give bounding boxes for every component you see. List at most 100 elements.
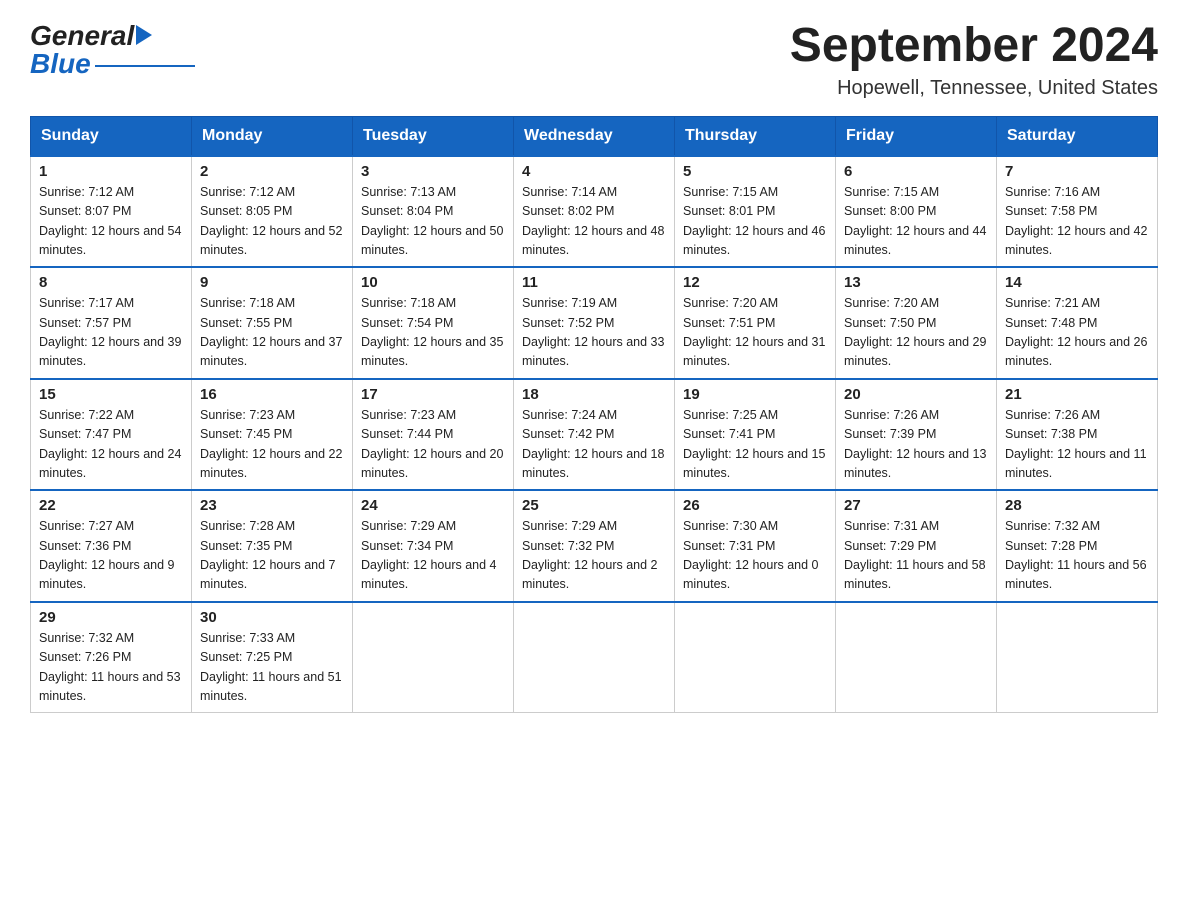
day-number: 15 xyxy=(39,386,183,403)
calendar-week-5: 29 Sunrise: 7:32 AMSunset: 7:26 PMDayligh… xyxy=(31,602,1158,713)
calendar-cell: 30 Sunrise: 7:33 AMSunset: 7:25 PMDayligh… xyxy=(192,602,353,713)
calendar-cell: 17Sunrise: 7:23 AMSunset: 7:44 PMDayligh… xyxy=(353,379,514,491)
day-info: Sunrise: 7:21 AMSunset: 7:48 PMDaylight:… xyxy=(1005,294,1149,372)
page-header: General Blue September 2024 Hopewell, Te… xyxy=(30,20,1158,100)
calendar-cell: 28Sunrise: 7:32 AMSunset: 7:28 PMDayligh… xyxy=(997,490,1158,602)
month-title: September 2024 xyxy=(790,20,1158,73)
day-number: 1 xyxy=(39,163,183,180)
calendar-cell: 19 Sunrise: 7:25 AMSunset: 7:41 PMDayligh… xyxy=(675,379,836,491)
calendar-cell: 11 Sunrise: 7:19 AMSunset: 7:52 PMDayligh… xyxy=(514,267,675,379)
day-number: 22 xyxy=(39,497,183,514)
calendar-cell: 20 Sunrise: 7:26 AMSunset: 7:39 PMDayligh… xyxy=(836,379,997,491)
day-info: Sunrise: 7:29 AMSunset: 7:34 PMDaylight:… xyxy=(361,517,505,595)
day-number: 25 xyxy=(522,497,666,514)
day-info: Sunrise: 7:23 AMSunset: 7:44 PMDaylight:… xyxy=(361,406,505,484)
day-number: 5 xyxy=(683,163,827,180)
day-info: Sunrise: 7:25 AMSunset: 7:41 PMDaylight:… xyxy=(683,406,827,484)
calendar-cell: 21Sunrise: 7:26 AMSunset: 7:38 PMDayligh… xyxy=(997,379,1158,491)
day-info: Sunrise: 7:13 AMSunset: 8:04 PMDaylight:… xyxy=(361,183,505,261)
day-number: 14 xyxy=(1005,274,1149,291)
day-info: Sunrise: 7:24 AMSunset: 7:42 PMDaylight:… xyxy=(522,406,666,484)
header-thursday: Thursday xyxy=(675,116,836,156)
day-info: Sunrise: 7:23 AMSunset: 7:45 PMDaylight:… xyxy=(200,406,344,484)
day-number: 18 xyxy=(522,386,666,403)
day-number: 8 xyxy=(39,274,183,291)
day-number: 9 xyxy=(200,274,344,291)
calendar-header-row: Sunday Monday Tuesday Wednesday Thursday… xyxy=(31,116,1158,156)
title-section: September 2024 Hopewell, Tennessee, Unit… xyxy=(790,20,1158,100)
day-number: 23 xyxy=(200,497,344,514)
day-info: Sunrise: 7:29 AMSunset: 7:32 PMDaylight:… xyxy=(522,517,666,595)
day-info: Sunrise: 7:18 AMSunset: 7:54 PMDaylight:… xyxy=(361,294,505,372)
day-number: 21 xyxy=(1005,386,1149,403)
calendar-cell: 9Sunrise: 7:18 AMSunset: 7:55 PMDaylight… xyxy=(192,267,353,379)
day-number: 3 xyxy=(361,163,505,180)
day-info: Sunrise: 7:32 AMSunset: 7:26 PMDaylight:… xyxy=(39,629,183,707)
day-number: 30 xyxy=(200,609,344,626)
day-number: 11 xyxy=(522,274,666,291)
day-info: Sunrise: 7:20 AMSunset: 7:50 PMDaylight:… xyxy=(844,294,988,372)
header-wednesday: Wednesday xyxy=(514,116,675,156)
day-number: 29 xyxy=(39,609,183,626)
location-title: Hopewell, Tennessee, United States xyxy=(790,77,1158,100)
calendar-cell xyxy=(353,602,514,713)
calendar-cell: 13 Sunrise: 7:20 AMSunset: 7:50 PMDayligh… xyxy=(836,267,997,379)
calendar-cell: 29 Sunrise: 7:32 AMSunset: 7:26 PMDayligh… xyxy=(31,602,192,713)
logo-blue-text: Blue xyxy=(30,48,91,80)
day-number: 24 xyxy=(361,497,505,514)
day-number: 2 xyxy=(200,163,344,180)
calendar-cell: 18 Sunrise: 7:24 AMSunset: 7:42 PMDayligh… xyxy=(514,379,675,491)
calendar-cell: 2Sunrise: 7:12 AMSunset: 8:05 PMDaylight… xyxy=(192,156,353,268)
day-info: Sunrise: 7:15 AMSunset: 8:00 PMDaylight:… xyxy=(844,183,988,261)
calendar-cell: 25 Sunrise: 7:29 AMSunset: 7:32 PMDayligh… xyxy=(514,490,675,602)
day-info: Sunrise: 7:32 AMSunset: 7:28 PMDaylight:… xyxy=(1005,517,1149,595)
day-info: Sunrise: 7:30 AMSunset: 7:31 PMDaylight:… xyxy=(683,517,827,595)
calendar-cell: 23Sunrise: 7:28 AMSunset: 7:35 PMDayligh… xyxy=(192,490,353,602)
day-info: Sunrise: 7:31 AMSunset: 7:29 PMDaylight:… xyxy=(844,517,988,595)
day-number: 19 xyxy=(683,386,827,403)
calendar-table: Sunday Monday Tuesday Wednesday Thursday… xyxy=(30,116,1158,714)
day-info: Sunrise: 7:19 AMSunset: 7:52 PMDaylight:… xyxy=(522,294,666,372)
day-number: 27 xyxy=(844,497,988,514)
calendar-cell: 4 Sunrise: 7:14 AMSunset: 8:02 PMDaylight… xyxy=(514,156,675,268)
header-friday: Friday xyxy=(836,116,997,156)
calendar-week-1: 1Sunrise: 7:12 AMSunset: 8:07 PMDaylight… xyxy=(31,156,1158,268)
calendar-cell: 16 Sunrise: 7:23 AMSunset: 7:45 PMDayligh… xyxy=(192,379,353,491)
calendar-cell: 24 Sunrise: 7:29 AMSunset: 7:34 PMDayligh… xyxy=(353,490,514,602)
calendar-cell: 12 Sunrise: 7:20 AMSunset: 7:51 PMDayligh… xyxy=(675,267,836,379)
header-saturday: Saturday xyxy=(997,116,1158,156)
day-number: 10 xyxy=(361,274,505,291)
calendar-cell: 6 Sunrise: 7:15 AMSunset: 8:00 PMDaylight… xyxy=(836,156,997,268)
day-info: Sunrise: 7:16 AMSunset: 7:58 PMDaylight:… xyxy=(1005,183,1149,261)
calendar-cell: 3 Sunrise: 7:13 AMSunset: 8:04 PMDaylight… xyxy=(353,156,514,268)
day-info: Sunrise: 7:14 AMSunset: 8:02 PMDaylight:… xyxy=(522,183,666,261)
day-number: 16 xyxy=(200,386,344,403)
day-info: Sunrise: 7:26 AMSunset: 7:39 PMDaylight:… xyxy=(844,406,988,484)
header-monday: Monday xyxy=(192,116,353,156)
calendar-cell xyxy=(675,602,836,713)
day-info: Sunrise: 7:15 AMSunset: 8:01 PMDaylight:… xyxy=(683,183,827,261)
day-number: 4 xyxy=(522,163,666,180)
calendar-cell: 22 Sunrise: 7:27 AMSunset: 7:36 PMDayligh… xyxy=(31,490,192,602)
logo-arrow-icon xyxy=(136,25,152,45)
day-info: Sunrise: 7:33 AMSunset: 7:25 PMDaylight:… xyxy=(200,629,344,707)
logo-underline xyxy=(95,65,195,67)
calendar-cell: 15Sunrise: 7:22 AMSunset: 7:47 PMDayligh… xyxy=(31,379,192,491)
day-number: 20 xyxy=(844,386,988,403)
calendar-cell xyxy=(997,602,1158,713)
header-sunday: Sunday xyxy=(31,116,192,156)
calendar-week-4: 22 Sunrise: 7:27 AMSunset: 7:36 PMDayligh… xyxy=(31,490,1158,602)
calendar-cell: 1Sunrise: 7:12 AMSunset: 8:07 PMDaylight… xyxy=(31,156,192,268)
day-number: 26 xyxy=(683,497,827,514)
calendar-cell xyxy=(836,602,997,713)
header-tuesday: Tuesday xyxy=(353,116,514,156)
calendar-cell: 10 Sunrise: 7:18 AMSunset: 7:54 PMDayligh… xyxy=(353,267,514,379)
day-info: Sunrise: 7:17 AMSunset: 7:57 PMDaylight:… xyxy=(39,294,183,372)
day-number: 12 xyxy=(683,274,827,291)
day-info: Sunrise: 7:20 AMSunset: 7:51 PMDaylight:… xyxy=(683,294,827,372)
calendar-week-3: 15Sunrise: 7:22 AMSunset: 7:47 PMDayligh… xyxy=(31,379,1158,491)
day-number: 13 xyxy=(844,274,988,291)
logo: General Blue xyxy=(30,20,195,80)
day-number: 6 xyxy=(844,163,988,180)
day-info: Sunrise: 7:27 AMSunset: 7:36 PMDaylight:… xyxy=(39,517,183,595)
